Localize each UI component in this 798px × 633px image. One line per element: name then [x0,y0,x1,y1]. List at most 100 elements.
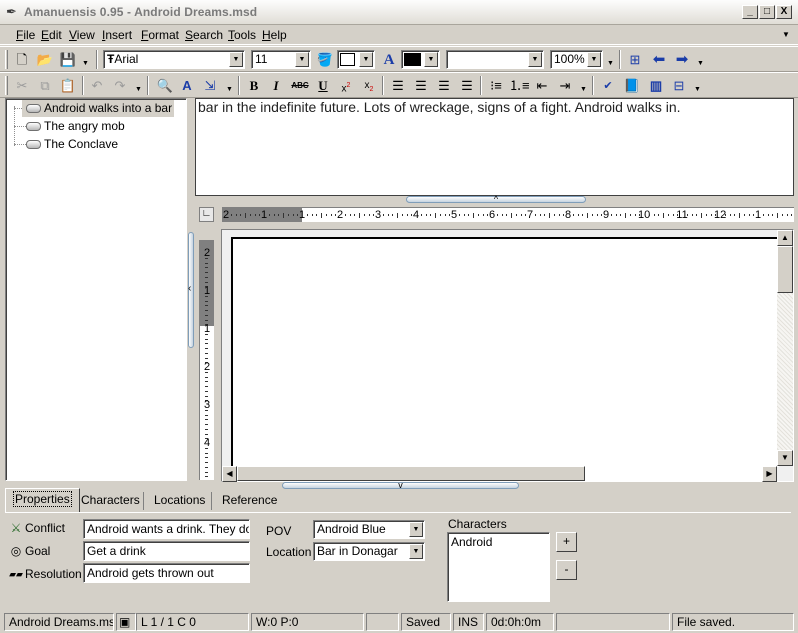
chevron-down-icon[interactable]: ▼ [135,86,142,93]
scene-text-page[interactable] [231,237,779,467]
maximize-button[interactable]: □ [759,5,775,19]
text-color-icon[interactable]: A [379,50,399,70]
align-right-icon[interactable]: ☰ [434,76,454,96]
decrease-indent-icon[interactable]: ⇤ [532,76,552,96]
scroll-down-button[interactable]: ▼ [777,450,793,466]
chevron-down-icon[interactable]: ▼ [580,86,587,93]
align-center-icon[interactable]: ☰ [411,76,431,96]
chevron-down-icon[interactable]: ▼ [82,60,89,67]
arrow-left-icon[interactable]: ⬅ [649,50,669,70]
new-file-icon[interactable]: 🗋 [12,50,32,70]
scroll-right-button[interactable]: ▶ [762,466,777,482]
scene-summary-text[interactable]: bar in the indefinite future. Lots of wr… [195,98,794,196]
add-character-button[interactable]: + [556,532,577,552]
chevron-down-icon[interactable]: ▼ [697,60,704,67]
toolbar-grip[interactable] [5,50,8,69]
tab-properties[interactable]: Properties [5,488,80,513]
menu-tools[interactable]: Tools [225,27,259,43]
tab-stop-button[interactable]: ∟ [199,207,214,222]
redo-icon[interactable]: ↷ [110,76,130,96]
arrow-right-icon[interactable]: ➡ [672,50,692,70]
tree-item-scene[interactable]: The angry mob [22,118,127,135]
editor-splitter[interactable]: v [282,481,519,490]
chevron-down-icon[interactable]: ▼ [607,60,614,67]
menu-edit[interactable]: Edit [38,27,65,43]
pov-select[interactable]: Android Blue ▼ [313,520,425,539]
cut-icon[interactable]: ✂ [12,76,32,96]
menu-insert[interactable]: Insert [99,27,135,43]
thesaurus-book-icon[interactable]: 📘 [622,76,642,96]
style-select[interactable]: ▼ [446,50,544,69]
chevron-down-icon[interactable]: ▼ [409,544,423,559]
statistics-icon[interactable]: ▥ [646,76,666,96]
toolbar-grip[interactable] [5,76,8,95]
vertical-ruler[interactable]: 211234 [199,240,214,480]
italic-icon[interactable]: I [266,76,286,96]
spellcheck-icon[interactable]: ✔ [598,76,618,96]
underline-icon[interactable]: U [313,76,333,96]
fill-bucket-icon[interactable]: 🪣 [315,50,335,70]
chevron-down-icon[interactable]: ▼ [359,52,373,67]
chevron-down-icon[interactable]: ▼ [694,86,701,93]
menu-help[interactable]: Help [259,27,290,43]
close-button[interactable]: X [776,5,792,19]
tab-reference[interactable]: Reference [215,490,284,512]
copy-icon[interactable]: ⧉ [35,76,55,96]
insert-scene-icon[interactable]: ⊞ [625,50,645,70]
justify-icon[interactable]: ☰ [457,76,477,96]
horizontal-ruler[interactable]: 2 1 1 2 3 4 5 6 7 8 9 10 11 12 1 [222,207,794,222]
superscript-icon[interactable]: x2 [336,76,356,96]
save-icon[interactable]: 💾 [58,50,78,70]
find-icon[interactable]: 🔍 [155,76,175,96]
goal-field[interactable]: Get a drink [83,541,250,561]
tree-item-scene[interactable]: Android walks into a bar [22,100,175,117]
summary-splitter[interactable]: ^ [406,195,586,204]
bold-icon[interactable]: B [244,76,264,96]
scene-tree[interactable] [5,98,187,481]
paste-icon[interactable]: 📋 [58,76,78,96]
chevron-down-icon[interactable]: ▼ [587,52,601,67]
tab-characters[interactable]: Characters [74,490,147,512]
background-color-select[interactable]: ▼ [337,50,375,69]
chevron-down-icon[interactable]: ▼ [528,52,542,67]
chevron-down-icon[interactable]: ▼ [226,86,233,93]
align-left-icon[interactable]: ☰ [388,76,408,96]
chevron-down-icon[interactable]: ▼ [295,52,309,67]
scroll-left-button[interactable]: ◀ [222,466,237,482]
tab-locations[interactable]: Locations [147,490,212,512]
font-size-select[interactable]: 11 ▼ [251,50,311,69]
scroll-up-button[interactable]: ▲ [777,230,793,246]
chevron-down-icon[interactable]: ▼ [409,522,423,537]
menu-overflow-icon[interactable]: ▼ [782,30,790,39]
characters-list[interactable]: Android [447,532,550,602]
text-color-select[interactable]: ▼ [401,50,440,69]
zoom-select[interactable]: 100% ▼ [550,50,603,69]
subscript-icon[interactable]: x2 [359,76,379,96]
horizontal-scrollbar[interactable]: ◀ ▶ [222,466,777,482]
menu-format[interactable]: Format [138,27,182,43]
resolution-field[interactable]: Android gets thrown out [83,563,250,583]
outline-icon[interactable]: ⊟ [669,76,689,96]
numbered-list-icon[interactable]: ⒈≡ [509,76,530,96]
tree-item-scene[interactable]: The Conclave [22,136,120,153]
list-item[interactable]: Android [451,534,546,550]
scroll-thumb[interactable] [237,466,585,481]
bullet-list-icon[interactable]: ⁝≡ [486,76,506,96]
undo-icon[interactable]: ↶ [87,76,107,96]
chevron-down-icon[interactable]: ▼ [229,52,243,67]
goto-icon[interactable]: ⇲ [200,76,220,96]
chevron-down-icon[interactable]: ▼ [424,52,438,67]
open-folder-icon[interactable]: 📂 [35,50,55,70]
location-select[interactable]: Bar in Donagar ▼ [313,542,425,561]
minimize-button[interactable]: _ [742,5,758,19]
replace-icon[interactable]: A [177,76,197,96]
remove-character-button[interactable]: - [556,560,577,580]
tree-splitter[interactable]: ‹ [188,232,194,348]
menu-view[interactable]: View [66,27,98,43]
font-select[interactable]: ŦArial ▼ [103,50,245,69]
conflict-field[interactable]: Android wants a drink. They don't [83,519,250,539]
strikethrough-icon[interactable]: ABC [290,76,310,96]
menu-file[interactable]: File [13,27,38,43]
menu-search[interactable]: Search [182,27,226,43]
increase-indent-icon[interactable]: ⇥ [555,76,575,96]
